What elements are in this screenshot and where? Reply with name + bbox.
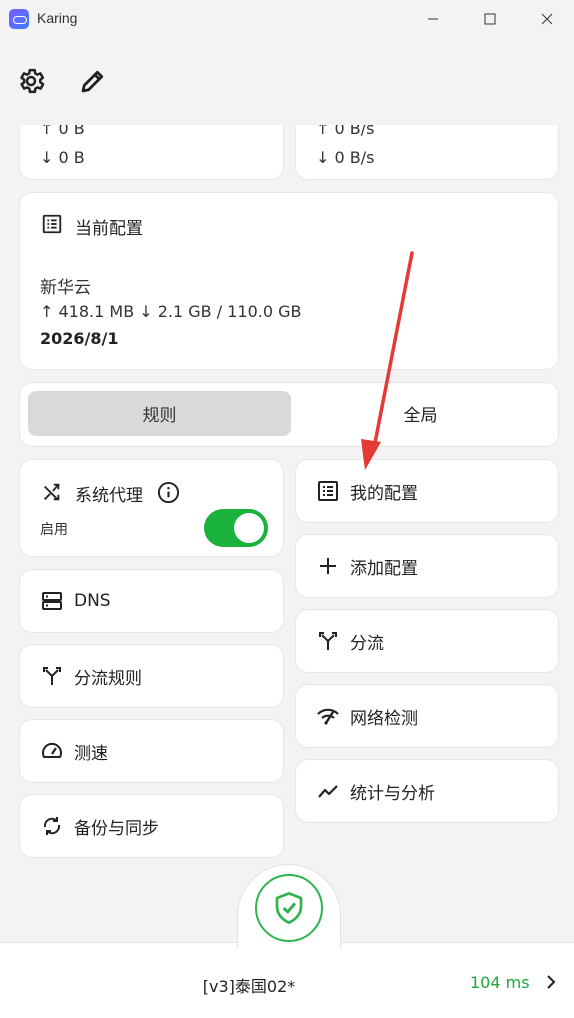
upload-speed: ↑ 0 B/s bbox=[316, 125, 375, 138]
system-proxy-status: 启用 bbox=[40, 522, 68, 538]
chevron-right-icon[interactable] bbox=[541, 972, 561, 992]
node-latency: 104 ms bbox=[470, 973, 530, 992]
backup-sync-label: 备份与同步 bbox=[74, 818, 159, 839]
profile-usage: ↑ 418.1 MB ↓ 2.1 GB / 110.0 GB bbox=[40, 302, 302, 321]
edit-pencil-icon[interactable] bbox=[78, 66, 108, 96]
dns-tile[interactable]: DNS bbox=[20, 570, 283, 632]
my-profiles-tile[interactable]: 我的配置 bbox=[296, 460, 558, 522]
connect-button[interactable] bbox=[255, 874, 323, 942]
current-profile-heading: 当前配置 bbox=[75, 219, 143, 239]
network-check-tile[interactable]: 网络检测 bbox=[296, 685, 558, 747]
shield-check-icon bbox=[275, 891, 303, 924]
speed-test-tile[interactable]: 测速 bbox=[20, 720, 283, 782]
plus-icon bbox=[320, 558, 336, 574]
mode-rule-button[interactable]: 规则 bbox=[28, 391, 291, 436]
my-profiles-label: 我的配置 bbox=[350, 483, 418, 504]
info-icon[interactable] bbox=[157, 481, 180, 504]
minimize-button[interactable] bbox=[405, 0, 461, 38]
profile-name: 新华云 bbox=[40, 278, 91, 298]
app-logo-icon bbox=[9, 9, 29, 29]
add-profile-tile[interactable]: 添加配置 bbox=[296, 535, 558, 597]
current-profile-card[interactable]: 当前配置 新华云 ↑ 418.1 MB ↓ 2.1 GB / 110.0 GB … bbox=[20, 193, 558, 369]
routing-label: 分流 bbox=[350, 633, 384, 654]
list-icon bbox=[318, 481, 338, 501]
title-bar: Karing bbox=[0, 0, 574, 38]
mode-switch: 规则 全局 bbox=[20, 383, 558, 446]
upload-traffic-card: ↑ 0 B ↓ 0 B bbox=[20, 125, 283, 179]
system-proxy-label: 系统代理 bbox=[75, 486, 143, 506]
speed-card: ↑ 0 B/s ↓ 0 B/s bbox=[296, 125, 558, 179]
settings-gear-icon[interactable] bbox=[16, 66, 46, 96]
list-icon bbox=[42, 214, 62, 234]
maximize-icon bbox=[484, 13, 496, 25]
window-title: Karing bbox=[37, 10, 78, 26]
fork-icon bbox=[43, 667, 61, 685]
maximize-button[interactable] bbox=[462, 0, 518, 38]
close-icon bbox=[541, 13, 553, 25]
dns-label: DNS bbox=[74, 591, 111, 611]
speedometer-icon bbox=[42, 742, 62, 758]
fork-icon bbox=[319, 632, 337, 650]
backup-sync-tile[interactable]: 备份与同步 bbox=[20, 795, 283, 857]
routing-tile[interactable]: 分流 bbox=[296, 610, 558, 672]
statistics-label: 统计与分析 bbox=[350, 783, 435, 804]
traffic-cards-area: ↑ 0 B ↓ 0 B ↑ 0 B/s ↓ 0 B/s bbox=[0, 125, 574, 185]
download-total: ↓ 0 B bbox=[40, 148, 85, 167]
shuffle-icon bbox=[44, 483, 60, 501]
network-check-icon bbox=[317, 708, 339, 725]
routing-rules-label: 分流规则 bbox=[74, 668, 142, 689]
network-check-label: 网络检测 bbox=[350, 708, 418, 729]
close-button[interactable] bbox=[519, 0, 574, 38]
trend-chart-icon bbox=[318, 785, 338, 798]
minimize-icon bbox=[428, 18, 438, 20]
system-proxy-toggle[interactable] bbox=[204, 509, 268, 547]
toggle-knob bbox=[234, 513, 264, 543]
download-speed: ↓ 0 B/s bbox=[316, 148, 375, 167]
upload-total: ↑ 0 B bbox=[40, 125, 85, 138]
current-node-name: [v3]泰国02* bbox=[202, 977, 296, 996]
sync-icon bbox=[43, 817, 61, 835]
routing-rules-tile[interactable]: 分流规则 bbox=[20, 645, 283, 707]
mode-global-button[interactable]: 全局 bbox=[291, 391, 550, 436]
profile-expiry: 2026/8/1 bbox=[40, 329, 119, 348]
dns-server-icon bbox=[42, 592, 62, 610]
speed-test-label: 测速 bbox=[74, 743, 108, 764]
statistics-tile[interactable]: 统计与分析 bbox=[296, 760, 558, 822]
add-profile-label: 添加配置 bbox=[350, 558, 418, 579]
